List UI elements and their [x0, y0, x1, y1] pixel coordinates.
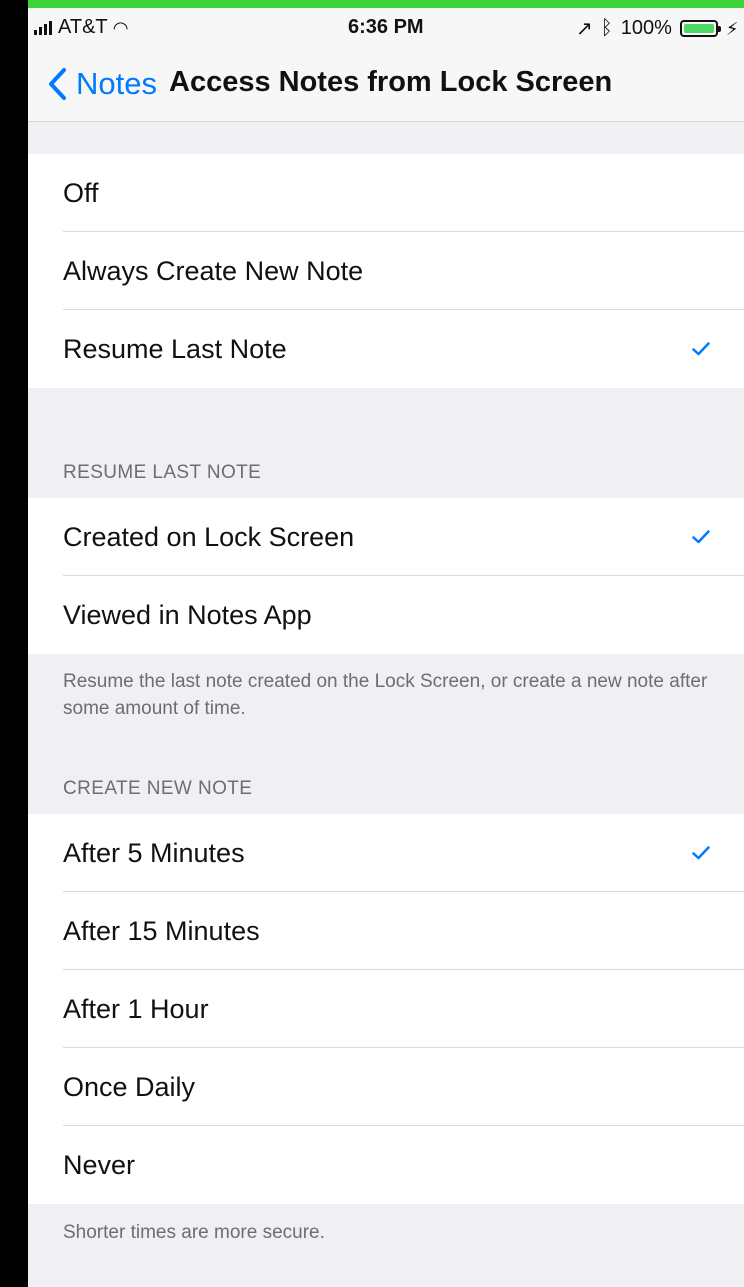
bluetooth-icon: ᛒ: [600, 17, 613, 39]
chevron-left-icon: [49, 68, 66, 100]
battery-fill: [683, 24, 714, 33]
option-label: Never: [63, 1149, 136, 1180]
option-after-5-minutes[interactable]: After 5 Minutes: [28, 814, 744, 892]
screen: AT&T ◜◝ 6:36 PM ↗ ᛒ 100% ⚡ Notes Access …: [0, 0, 744, 1287]
options-group-resume: Created on Lock Screen Viewed in Notes A…: [28, 498, 744, 654]
left-rail: [0, 0, 28, 1287]
option-after-15-minutes[interactable]: After 15 Minutes: [28, 892, 744, 970]
top-indicator-strip: [0, 0, 744, 8]
battery-tip: [717, 26, 721, 32]
battery-percent: 100%: [620, 17, 672, 39]
section-header-resume-last-note: RESUME LAST NOTE: [63, 462, 262, 483]
charging-icon: ⚡: [725, 18, 739, 39]
option-label: Always Create New Note: [63, 255, 364, 286]
status-right: ↗ ᛒ 100% ⚡: [576, 16, 739, 41]
option-after-1-hour[interactable]: After 1 Hour: [28, 970, 744, 1048]
back-button-label: Notes: [76, 66, 157, 101]
time-label: 6:36 PM: [348, 16, 424, 38]
option-viewed-in-notes-app[interactable]: Viewed in Notes App: [28, 576, 744, 654]
status-left: AT&T ◜◝: [34, 16, 128, 39]
option-label: After 15 Minutes: [63, 915, 260, 946]
signal-icon: [34, 20, 52, 35]
option-resume-last-note[interactable]: Resume Last Note: [28, 310, 744, 388]
section-footer-create: Shorter times are more secure.: [63, 1222, 325, 1243]
wifi-icon: ◜◝: [113, 17, 128, 38]
location-icon: ↗: [576, 18, 593, 40]
option-label: Once Daily: [63, 1071, 196, 1102]
navigation-bar: Notes Access Notes from Lock Screen: [28, 46, 744, 122]
checkmark-icon: [692, 342, 710, 356]
options-group-create: After 5 Minutes After 15 Minutes After 1…: [28, 814, 744, 1204]
option-once-daily[interactable]: Once Daily: [28, 1048, 744, 1126]
option-off[interactable]: Off: [28, 154, 744, 232]
checkmark-icon: [692, 846, 710, 860]
options-group-main: Off Always Create New Note Resume Last N…: [28, 154, 744, 388]
section-footer-resume: Resume the last note created on the Lock…: [63, 671, 708, 719]
option-never[interactable]: Never: [28, 1126, 744, 1204]
option-label: Created on Lock Screen: [63, 521, 355, 552]
option-created-on-lock-screen[interactable]: Created on Lock Screen: [28, 498, 744, 576]
status-bar: AT&T ◜◝ 6:36 PM ↗ ᛒ 100% ⚡: [28, 8, 744, 46]
option-label: Viewed in Notes App: [63, 599, 312, 630]
carrier-label: AT&T: [58, 16, 108, 38]
settings-content: Off Always Create New Note Resume Last N…: [28, 122, 744, 1287]
battery-icon: [679, 20, 721, 37]
option-label: Off: [63, 177, 99, 208]
section-header-create-new-note: CREATE NEW NOTE: [63, 778, 253, 799]
option-always-create-new-note[interactable]: Always Create New Note: [28, 232, 744, 310]
option-label: After 1 Hour: [63, 993, 209, 1024]
option-label: After 5 Minutes: [63, 837, 245, 868]
back-button[interactable]: Notes: [46, 66, 157, 102]
page-title: Access Notes from Lock Screen: [169, 66, 613, 98]
checkmark-icon: [692, 530, 710, 544]
option-label: Resume Last Note: [63, 333, 287, 364]
